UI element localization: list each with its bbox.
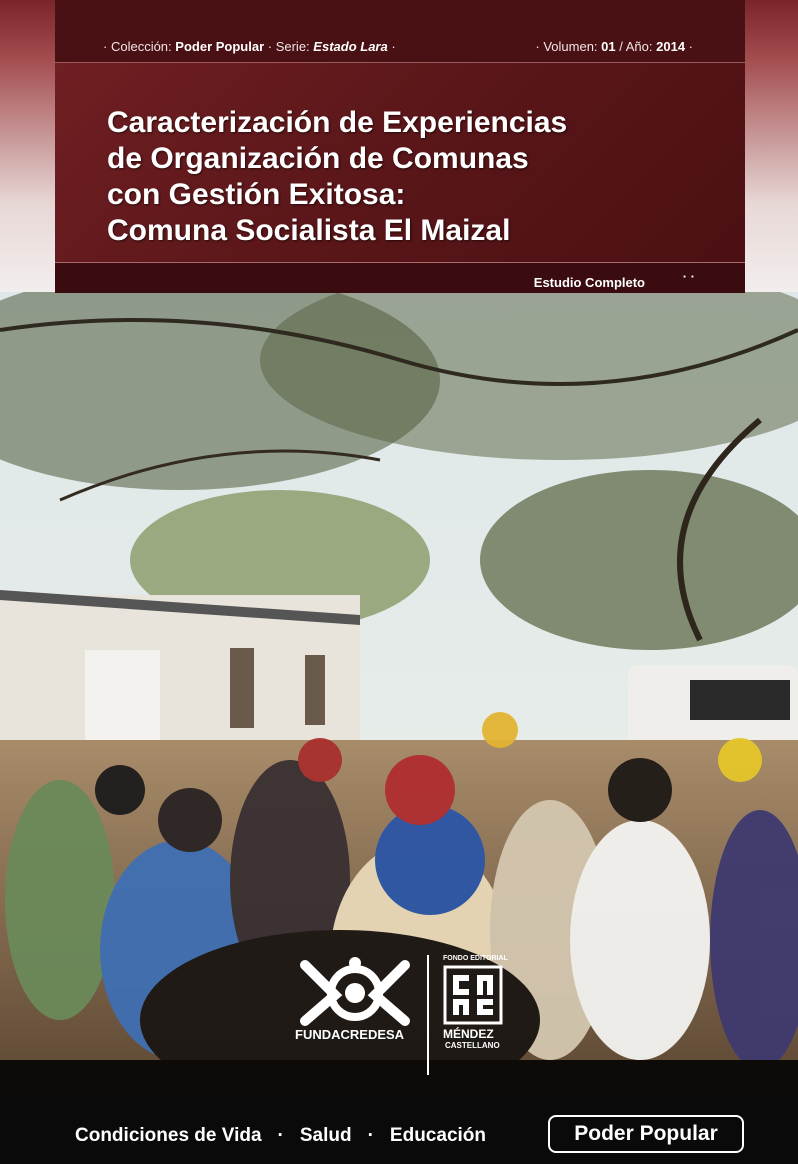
study-label: · Estudio Completo · <box>533 269 695 290</box>
collection-info: · Colección: Poder Popular · Serie: Esta… <box>103 39 396 54</box>
study-bar: · Estudio Completo · <box>55 262 745 293</box>
series-line: · Colección: Poder Popular · Serie: Esta… <box>55 36 745 58</box>
publisher-logos: FUNDACREDESA FONDO EDITORIAL MÉNDEZ CAST… <box>285 955 525 1075</box>
series-label: Serie: <box>275 39 310 54</box>
poder-popular-badge: Poder Popular <box>548 1115 744 1153</box>
mendez-castellano-logo: FONDO EDITORIAL MÉNDEZ CASTELLANO <box>443 955 515 1055</box>
study-label-text: Estudio Completo <box>533 275 645 290</box>
castellano-text: CASTELLANO <box>445 1041 500 1050</box>
title-box: Caracterización de Experiencias de Organ… <box>55 62 745 263</box>
year-value: 2014 <box>656 39 686 54</box>
footer-bar: Condiciones de Vida · Salud · Educación Pode… <box>0 1098 798 1164</box>
topic-educacion: Educación <box>389 1125 486 1146</box>
title-line-4: Comuna Socialista El Maizal <box>107 214 511 247</box>
year-label: Año: <box>625 39 653 54</box>
page-title: Caracterización de Experiencias de Organ… <box>107 105 727 249</box>
title-line-1: Caracterización de Experiencias <box>107 106 568 139</box>
volume-label: Volumen: <box>543 39 598 54</box>
fundacredesa-emblem-icon <box>300 957 410 1026</box>
volume-value: 01 <box>601 39 616 54</box>
volume-info: · Volumen: 01 / Año: 2014 · <box>535 39 693 54</box>
series-header: · Colección: Poder Popular · Serie: Esta… <box>55 0 745 62</box>
topic-salud: Salud <box>299 1125 352 1146</box>
fundacredesa-logo: FUNDACREDESA <box>285 955 425 1055</box>
footer-topics: Condiciones de Vida · Salud · Educación <box>75 1125 486 1146</box>
left-band <box>0 0 55 292</box>
fundacredesa-text: FUNDACREDESA <box>295 1027 405 1042</box>
fondo-editorial-label: FONDO EDITORIAL <box>443 955 508 962</box>
collection-label: Colección: <box>110 39 172 54</box>
right-band <box>745 0 798 292</box>
title-line-3: con Gestión Exitosa: <box>107 178 406 211</box>
collection-value: Poder Popular <box>175 39 265 54</box>
logo-divider <box>427 955 429 1075</box>
series-value: Estado Lara <box>313 39 388 54</box>
topic-condiciones: Condiciones de Vida <box>75 1125 262 1146</box>
mendez-text: MÉNDEZ <box>443 1027 494 1041</box>
mendez-castellano-emblem-icon <box>443 965 503 1025</box>
title-line-2: de Organización de Comunas <box>107 142 529 175</box>
